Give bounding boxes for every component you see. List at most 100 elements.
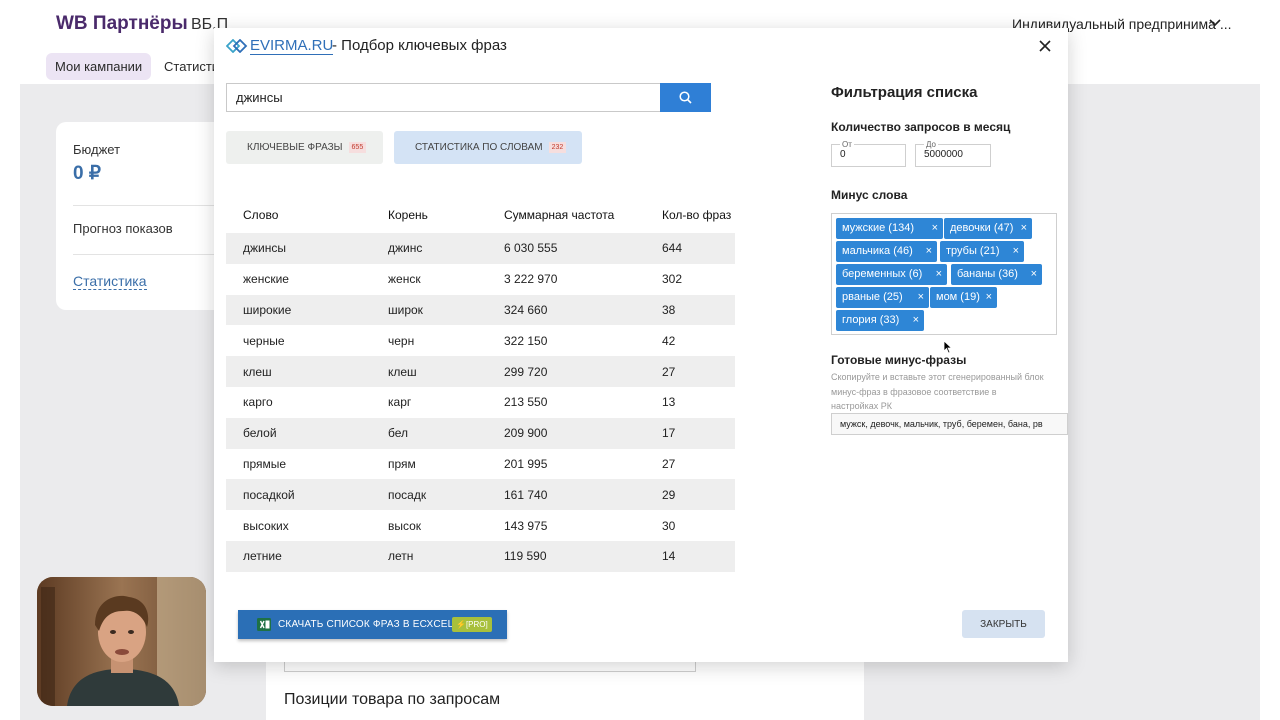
tab-statistics[interactable]: Статисти xyxy=(164,53,219,80)
cell-frequency: 201 995 xyxy=(504,456,548,471)
cell-root: черн xyxy=(388,333,415,348)
webcam-overlay xyxy=(37,577,206,706)
cell-count: 38 xyxy=(662,302,676,317)
close-button[interactable]: ЗАКРЫТЬ xyxy=(962,610,1045,638)
minus-word-tag[interactable]: мальчика (46) × xyxy=(836,241,937,262)
keyword-modal: EVIRMA.RU - Подбор ключевых фраз КЛЮЧЕВЫ… xyxy=(214,28,1068,662)
pro-badge: ⚡[PRO] xyxy=(452,617,492,632)
tag-label: рваные (25) xyxy=(842,291,903,303)
minus-word-tag[interactable]: рваные (25) × xyxy=(836,287,929,308)
table-row[interactable]: клеш клеш 299 720 27 xyxy=(226,356,735,387)
remove-tag-icon[interactable]: × xyxy=(926,241,932,262)
brand-logo[interactable]: WB Партнёры xyxy=(56,13,188,35)
minus-word-tag[interactable]: мужские (134) × xyxy=(836,218,943,239)
budget-label: Бюджет xyxy=(73,142,121,157)
column-header-root[interactable]: Корень xyxy=(371,196,487,233)
tag-label: глория (33) xyxy=(842,314,900,326)
cell-root: бел xyxy=(388,426,409,441)
table-row[interactable]: карго карг 213 550 13 xyxy=(226,387,735,418)
search-icon xyxy=(679,91,692,104)
cell-word: джинсы xyxy=(243,241,286,256)
forecast-label: Прогноз показов xyxy=(73,221,173,236)
table-row[interactable]: посадкой посадк 161 740 29 xyxy=(226,479,735,511)
table-row[interactable]: прямые прям 201 995 27 xyxy=(226,449,735,480)
ready-phrases-title: Готовые минус-фразы xyxy=(831,353,967,367)
cell-count: 14 xyxy=(662,549,676,564)
presenter-video-image xyxy=(37,577,206,706)
cell-word: высоких xyxy=(243,518,289,533)
tag-label: девочки (47) xyxy=(950,222,1014,234)
minus-word-tag[interactable]: мом (19) × xyxy=(930,287,997,308)
cell-frequency: 213 550 xyxy=(504,395,548,410)
cell-root: клеш xyxy=(388,364,417,379)
table-row[interactable]: джинсы джинс 6 030 555 644 xyxy=(226,233,735,264)
minus-word-tag[interactable]: трубы (21) × xyxy=(940,241,1024,262)
divider xyxy=(73,254,226,255)
tag-label: мом (19) xyxy=(936,291,980,303)
positions-panel: Позиции товара по запросам xyxy=(266,662,864,720)
search-input[interactable] xyxy=(226,83,660,112)
evirma-logo-text[interactable]: EVIRMA.RU xyxy=(250,37,334,55)
cell-frequency: 322 150 xyxy=(504,333,548,348)
remove-tag-icon[interactable]: × xyxy=(986,287,992,308)
chevron-down-icon[interactable] xyxy=(1208,16,1222,30)
remove-tag-icon[interactable]: × xyxy=(913,310,919,331)
cell-root: женск xyxy=(388,272,421,287)
export-label: СКАЧАТЬ СПИСОК ФРАЗ В ЕСХCEL xyxy=(278,619,454,630)
cell-frequency: 209 900 xyxy=(504,426,548,441)
table-row[interactable]: женские женск 3 222 970 302 xyxy=(226,264,735,295)
from-field[interactable]: От xyxy=(831,140,906,167)
cell-word: прямые xyxy=(243,456,287,471)
remove-tag-icon[interactable]: × xyxy=(1021,218,1027,239)
minus-word-tag[interactable]: девочки (47) × xyxy=(944,218,1032,239)
table-row[interactable]: высоких высок 143 975 30 xyxy=(226,510,735,541)
positions-title: Позиции товара по запросам xyxy=(284,691,501,708)
minus-words-label: Минус слова xyxy=(831,188,908,202)
column-header-frequency[interactable]: Суммарная частота xyxy=(487,196,645,233)
export-excel-button[interactable]: СКАЧАТЬ СПИСОК ФРАЗ В ЕСХCEL ⚡[PRO] xyxy=(238,610,507,639)
tab-my-campaigns[interactable]: Мои кампании xyxy=(46,53,152,80)
comment-field[interactable] xyxy=(284,662,696,672)
minus-word-tag[interactable]: бананы (36) × xyxy=(951,264,1042,285)
cell-count: 27 xyxy=(662,456,676,471)
cell-word: клеш xyxy=(243,364,272,379)
search-button[interactable] xyxy=(660,83,711,112)
column-header-word[interactable]: Слово xyxy=(226,196,371,233)
minus-word-tag[interactable]: глория (33) × xyxy=(836,310,924,331)
remove-tag-icon[interactable]: × xyxy=(1031,264,1037,285)
column-header-count[interactable]: Кол-во фраз xyxy=(645,196,735,233)
to-field[interactable]: До xyxy=(915,140,991,167)
from-caption: От xyxy=(840,140,854,149)
statistics-link[interactable]: Статистика xyxy=(73,273,147,290)
ready-phrases-field[interactable]: мужск, девочк, мальчик, труб, беремен, б… xyxy=(831,413,1068,435)
from-input[interactable] xyxy=(840,149,902,160)
table-header-row: Слово Корень Суммарная частота Кол-во фр… xyxy=(226,196,735,233)
table-row[interactable]: летние летн 119 590 14 xyxy=(226,540,735,572)
remove-tag-icon[interactable]: × xyxy=(936,264,942,285)
cell-root: высок xyxy=(388,518,422,533)
cell-frequency: 299 720 xyxy=(504,364,548,379)
remove-tag-icon[interactable]: × xyxy=(918,287,924,308)
remove-tag-icon[interactable]: × xyxy=(932,218,938,239)
minus-words-box[interactable]: мужские (134) × девочки (47) × мальчика (46)… xyxy=(831,213,1057,335)
cell-root: широк xyxy=(388,302,423,317)
cell-frequency: 6 030 555 xyxy=(504,241,558,256)
tab-word-statistics[interactable]: СТАТИСТИКА ПО СЛОВАМ 232 xyxy=(394,131,582,164)
tag-label: трубы (21) xyxy=(946,245,1000,257)
divider xyxy=(73,205,226,206)
close-icon[interactable] xyxy=(1037,38,1053,54)
to-caption: До xyxy=(924,140,938,149)
word-statistics-table: Слово Корень Суммарная частота Кол-во фр… xyxy=(226,196,735,572)
table-row[interactable]: белой бел 209 900 17 xyxy=(226,417,735,449)
to-input[interactable] xyxy=(924,149,986,160)
tag-label: бананы (36) xyxy=(957,268,1018,280)
remove-tag-icon[interactable]: × xyxy=(1013,241,1019,262)
cell-word: посадкой xyxy=(243,487,295,502)
table-row[interactable]: черные черн 322 150 42 xyxy=(226,325,735,356)
filter-title: Фильтрация списка xyxy=(831,84,978,101)
table-row[interactable]: широкие широк 324 660 38 xyxy=(226,294,735,326)
minus-word-tag[interactable]: беременных (6) × xyxy=(836,264,947,285)
cell-count: 17 xyxy=(662,426,676,441)
tab-keyword-phrases[interactable]: КЛЮЧЕВЫЕ ФРАЗЫ 655 xyxy=(226,131,383,164)
cell-frequency: 324 660 xyxy=(504,302,548,317)
